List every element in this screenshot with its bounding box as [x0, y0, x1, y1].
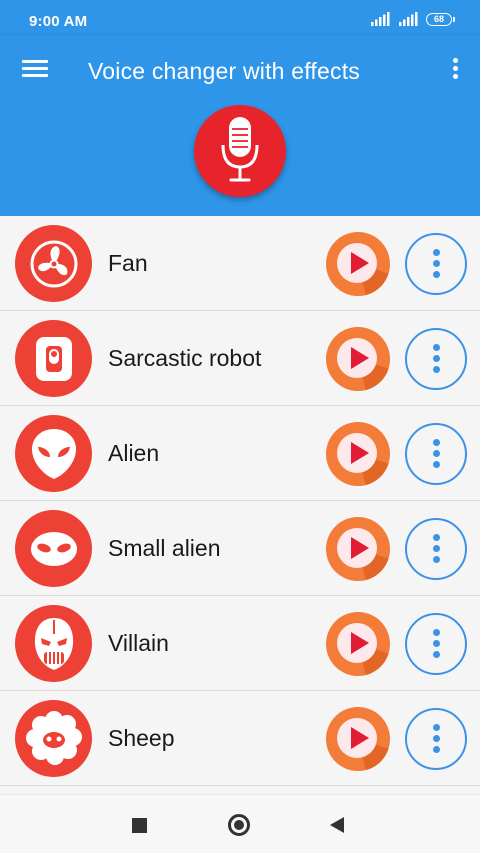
play-button[interactable]: [326, 232, 390, 296]
robot-icon: [35, 336, 72, 381]
effect-label: Small alien: [108, 535, 221, 561]
effect-avatar: [15, 415, 92, 492]
menu-icon[interactable]: [22, 60, 48, 82]
effect-options-button[interactable]: [405, 708, 467, 770]
signal-icon: [399, 12, 418, 26]
effect-label: Sarcastic robot: [108, 345, 262, 371]
effect-row-sheep[interactable]: Sheep: [0, 691, 480, 786]
signal-icon: [371, 12, 390, 26]
battery-icon: 68: [426, 12, 455, 26]
play-button[interactable]: [326, 422, 390, 486]
play-icon: [337, 433, 390, 486]
villain-mask-icon: [34, 617, 73, 670]
effect-row-villain[interactable]: Villain: [0, 596, 480, 691]
effect-row-fan[interactable]: Fan: [0, 216, 480, 311]
effect-avatar: [15, 700, 92, 777]
effect-options-button[interactable]: [405, 423, 467, 485]
effect-avatar: [15, 320, 92, 397]
effect-row-sarcastic-robot[interactable]: Sarcastic robot: [0, 311, 480, 406]
play-icon: [337, 718, 390, 771]
back-icon[interactable]: [330, 817, 344, 833]
play-button[interactable]: [326, 517, 390, 581]
system-nav-bar: [0, 794, 480, 853]
sheep-icon: [25, 710, 82, 765]
effect-row-alien[interactable]: Alien: [0, 406, 480, 501]
play-icon: [337, 528, 390, 581]
effect-label: Fan: [108, 250, 148, 276]
effect-options-button[interactable]: [405, 613, 467, 675]
effect-row-small-alien[interactable]: Small alien: [0, 501, 480, 596]
home-icon[interactable]: [228, 814, 250, 836]
microphone-icon: [221, 117, 259, 182]
more-vertical-icon[interactable]: [450, 58, 460, 84]
play-icon: [337, 623, 390, 676]
effect-options-button[interactable]: [405, 328, 467, 390]
page-title: Voice changer with effects: [88, 58, 360, 84]
list-item-partial: [0, 786, 480, 794]
play-button[interactable]: [326, 327, 390, 391]
effect-label: Sheep: [108, 725, 175, 751]
effect-label: Villain: [108, 630, 169, 656]
app-bar: Voice changer with effects: [0, 36, 480, 216]
effect-avatar: [15, 510, 92, 587]
play-button[interactable]: [326, 612, 390, 676]
effects-list[interactable]: Fan Sarcastic robot Alien Small alien Vi…: [0, 216, 480, 794]
status-bar: 9:00 AM 68: [0, 0, 480, 36]
play-icon: [337, 243, 390, 296]
fan-icon: [30, 240, 77, 287]
recents-icon[interactable]: [132, 818, 147, 833]
play-icon: [337, 338, 390, 391]
effect-avatar: [15, 605, 92, 682]
effect-avatar: [15, 225, 92, 302]
status-time: 9:00 AM: [29, 13, 88, 30]
effect-options-button[interactable]: [405, 518, 467, 580]
record-button[interactable]: [194, 105, 286, 197]
effect-options-button[interactable]: [405, 233, 467, 295]
effect-label: Alien: [108, 440, 160, 466]
small-alien-icon: [30, 531, 77, 566]
play-button[interactable]: [326, 707, 390, 771]
status-icons: 68: [370, 12, 455, 26]
alien-icon: [31, 428, 76, 479]
